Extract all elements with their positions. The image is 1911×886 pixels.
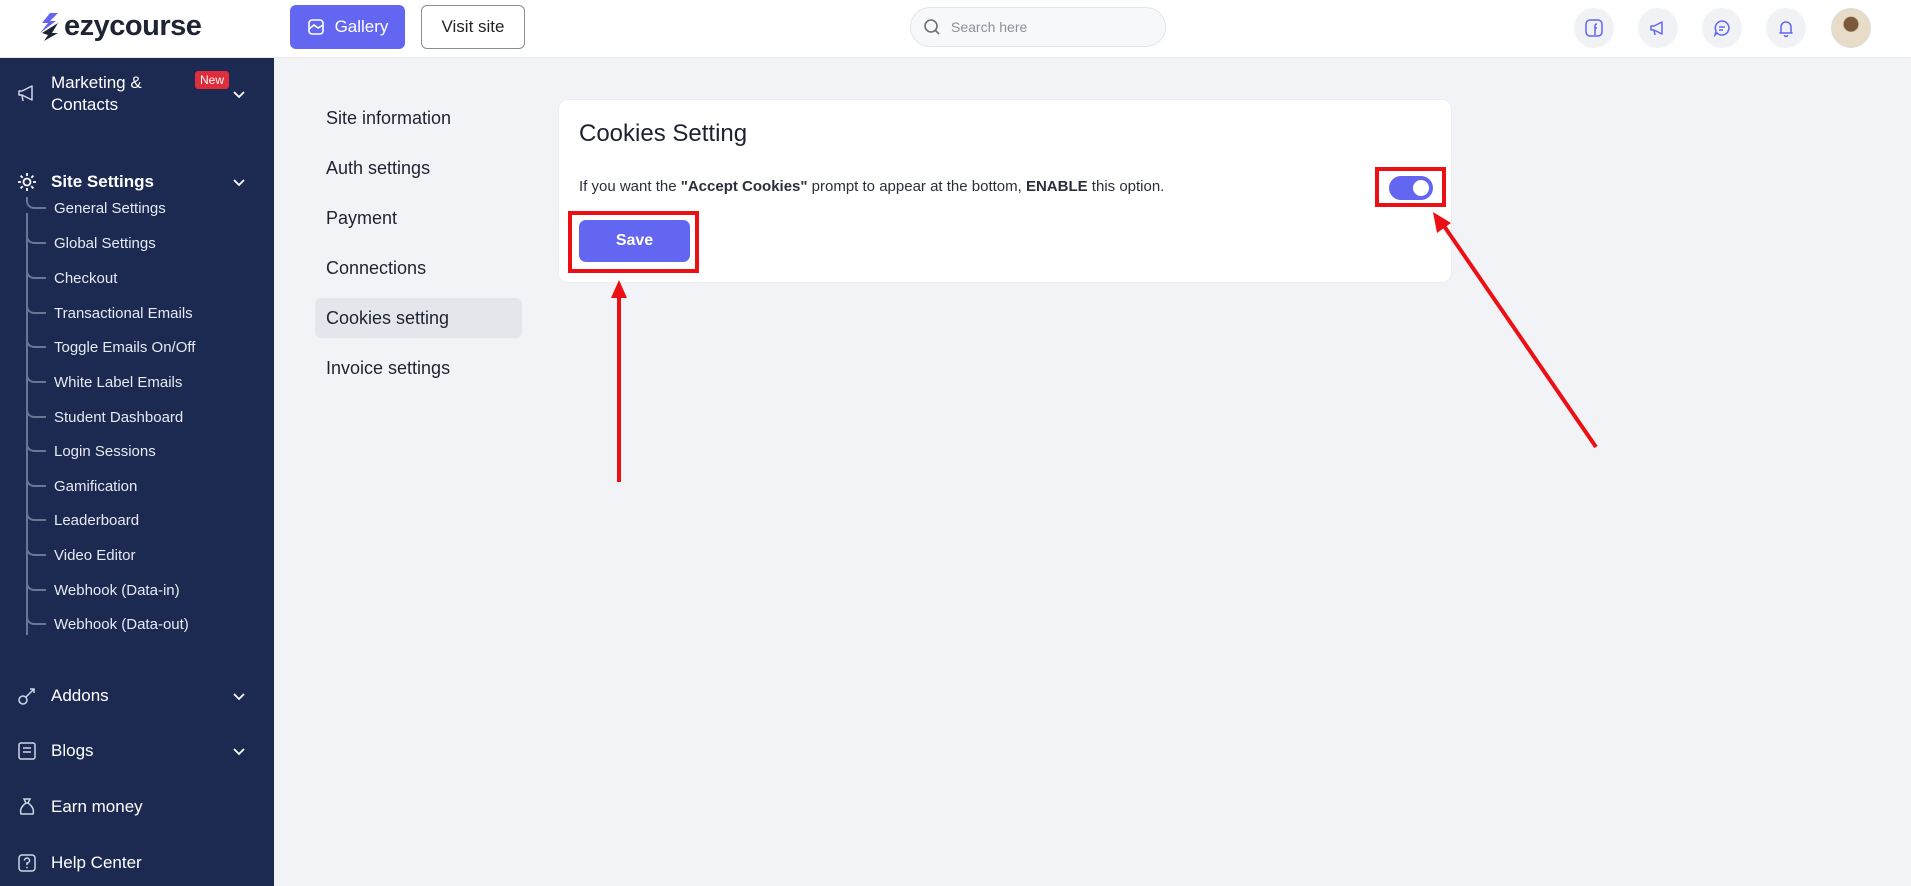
arrow-to-save <box>611 280 627 482</box>
annotation-arrows <box>611 212 1598 482</box>
arrow-to-toggle <box>1433 212 1598 449</box>
